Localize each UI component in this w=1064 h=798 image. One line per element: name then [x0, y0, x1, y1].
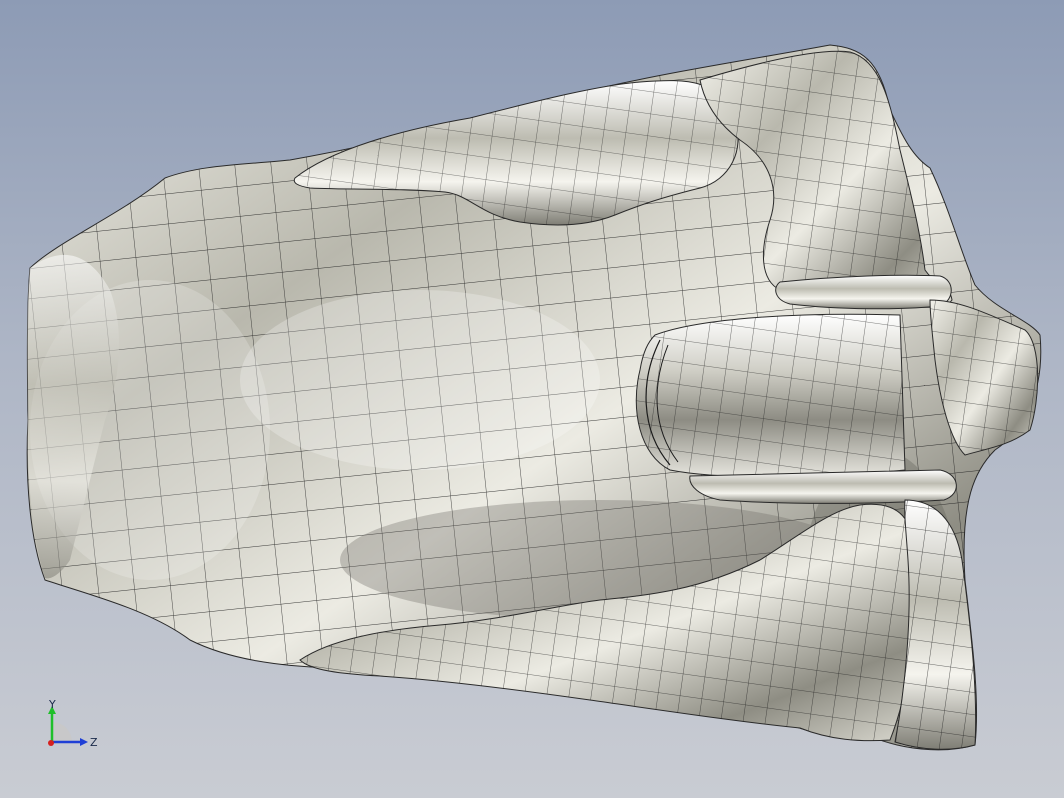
z-axis-arrow-icon	[80, 738, 88, 746]
upper-rail[interactable]	[775, 274, 952, 310]
lower-rail[interactable]	[689, 469, 957, 504]
central-channel[interactable]	[635, 313, 906, 478]
x-axis-dot-icon	[48, 740, 54, 746]
z-axis-label: Z	[90, 736, 98, 749]
model-view[interactable]	[0, 0, 1064, 798]
orientation-triad: Y Z	[48, 698, 98, 749]
graphics-viewport[interactable]: Y Z	[0, 0, 1064, 798]
y-axis-label: Y	[48, 698, 56, 711]
